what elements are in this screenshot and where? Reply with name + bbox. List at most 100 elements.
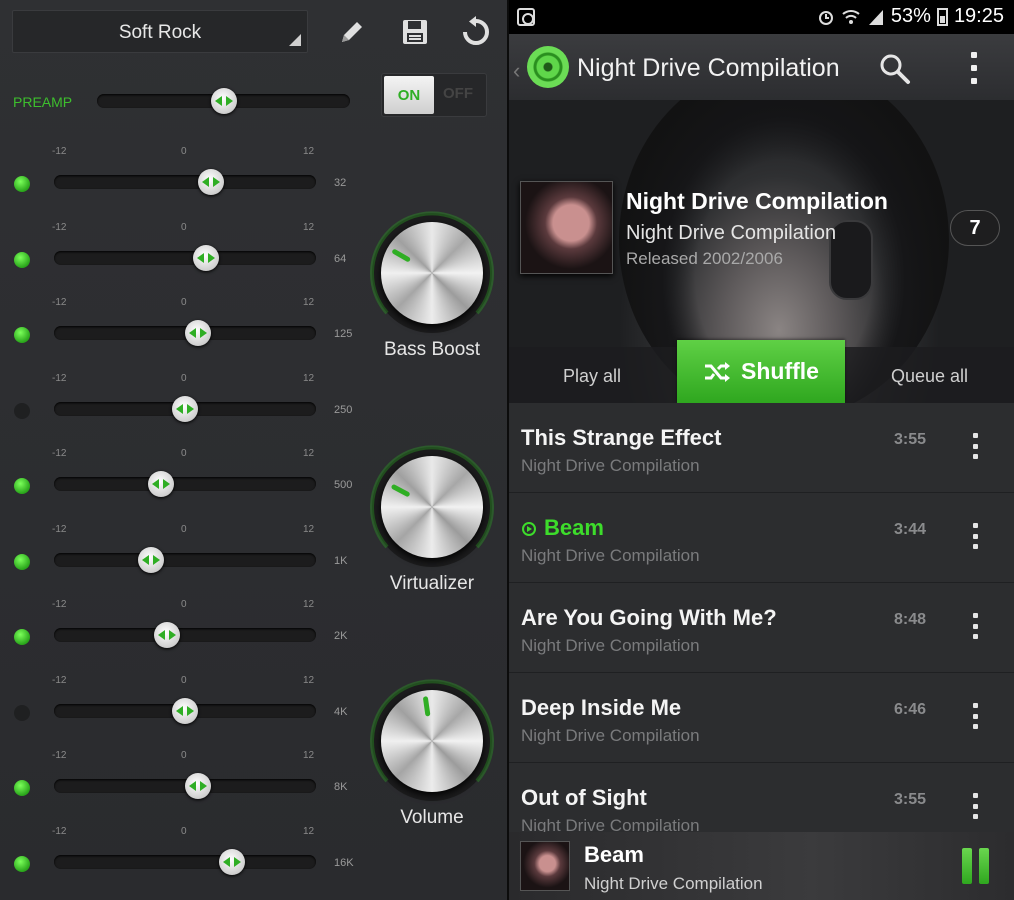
eq-band-32: -12 0 12 32 [0,146,360,221]
band-led-icon[interactable] [14,176,30,192]
reset-button[interactable] [456,12,496,52]
track-album: Night Drive Compilation [521,546,700,565]
band-led-icon[interactable] [14,327,30,343]
band-slider-thumb[interactable] [138,546,164,573]
preamp-slider-thumb[interactable] [211,88,237,114]
save-preset-button[interactable] [395,12,435,52]
knob-indicator [391,248,412,263]
battery-icon [936,7,948,26]
band-slider-thumb[interactable] [148,471,174,497]
track-row[interactable]: Deep Inside Me Night Drive Compilation 6:4… [509,673,1014,763]
band-slider-track[interactable] [54,250,316,265]
eq-band-4k: -12 0 12 4K [0,675,360,750]
scale-max: 12 [303,599,315,610]
track-row[interactable]: Beam Night Drive Compilation 3:44 [509,493,1014,583]
band-slider-thumb[interactable] [198,169,224,195]
play-all-button[interactable]: Play all [563,366,621,387]
band-frequency: 32 [334,177,347,189]
band-frequency: 4K [334,705,348,718]
band-led-icon[interactable] [14,629,30,645]
scale-max: 12 [303,750,315,761]
track-title: This Strange Effect [521,425,722,450]
band-slider-track[interactable] [54,552,316,567]
band-slider-thumb[interactable] [185,773,211,799]
track-title: Are You Going With Me? [521,605,777,630]
knob-indicator [422,696,431,717]
track-list: This Strange Effect Night Drive Compilati… [509,403,1014,853]
signal-icon [868,9,883,25]
volume-knob[interactable] [367,676,497,806]
band-slider-thumb[interactable] [154,622,180,648]
volume-dial[interactable] [381,690,483,792]
scale-mid: 0 [181,825,187,837]
band-slider-track[interactable] [54,854,316,869]
band-slider-thumb[interactable] [219,848,245,875]
band-slider-thumb[interactable] [172,395,198,422]
shuffle-button[interactable]: Shuffle [677,340,845,403]
band-led-icon[interactable] [14,855,30,872]
virtualizer-dial[interactable] [381,456,483,558]
preset-dropdown[interactable]: Soft Rock [12,10,308,53]
band-slider-thumb[interactable] [193,244,219,271]
album-art[interactable] [520,181,613,274]
eq-band-16k: -12 0 12 16K [0,826,360,900]
app-logo-icon[interactable] [527,46,569,88]
band-led-icon[interactable] [14,704,30,721]
status-bar: 53% 19:25 [509,0,1014,34]
scale-mid: 0 [181,599,187,610]
edit-preset-button[interactable] [332,12,372,52]
track-overflow-icon[interactable] [970,703,980,729]
band-slider-track[interactable] [54,477,316,491]
overflow-menu-icon[interactable] [967,52,981,84]
track-overflow-icon[interactable] [970,613,980,639]
queue-all-button[interactable]: Queue all [891,366,968,387]
app-bar-title: Night Drive Compilation [577,54,840,82]
band-led-icon[interactable] [14,780,30,796]
track-title: Deep Inside Me [521,695,682,720]
bass-boost-knob[interactable] [367,208,497,338]
band-frequency: 64 [334,252,347,265]
track-duration: 3:55 [894,431,927,448]
scale-max: 12 [303,448,315,459]
band-slider-track[interactable] [54,628,316,642]
track-overflow-icon[interactable] [970,523,980,549]
track-title: Beam [544,515,604,540]
track-count-badge: 7 [950,210,1000,246]
band-led-icon[interactable] [14,553,30,570]
scale-max: 12 [303,825,315,837]
band-led-icon[interactable] [14,402,30,419]
band-slider-thumb[interactable] [172,697,198,724]
toggle-off[interactable]: OFF [436,85,480,102]
eq-band-64: -12 0 12 64 [0,222,360,297]
scale-mid: 0 [181,674,187,686]
toggle-on[interactable]: ON [384,76,434,114]
shuffle-icon [705,361,731,382]
band-led-icon[interactable] [14,251,30,268]
pause-icon[interactable] [962,848,990,884]
volume-label: Volume [400,807,464,828]
virtualizer-knob[interactable] [367,442,497,572]
track-row[interactable]: Are You Going With Me? Night Drive Compil… [509,583,1014,673]
scale-mid: 0 [181,448,187,459]
track-row[interactable]: This Strange Effect Night Drive Compilati… [509,403,1014,493]
bass-boost-dial[interactable] [381,222,483,324]
scale-min: -12 [52,599,67,610]
album-artist: Night Drive Compilation [626,222,837,244]
band-slider-thumb[interactable] [185,320,211,346]
now-playing-art[interactable] [520,841,570,891]
band-slider-track[interactable] [54,175,316,189]
track-album: Night Drive Compilation [521,636,700,655]
scale-max: 12 [303,297,315,308]
back-chevron-icon[interactable]: ‹ [513,58,520,84]
eq-band-2k: -12 0 12 2K [0,599,360,674]
track-overflow-icon[interactable] [970,793,980,819]
scale-mid: 0 [181,221,187,233]
band-led-icon[interactable] [14,478,30,494]
now-playing-bar[interactable]: Beam Night Drive Compilation [509,832,1014,900]
eq-band-125: -12 0 12 125 [0,297,360,372]
eq-toggle[interactable]: ON OFF [381,73,487,117]
search-icon[interactable] [878,52,912,86]
track-overflow-icon[interactable] [970,433,980,459]
scale-min: -12 [52,221,67,233]
track-title: Out of Sight [521,785,647,810]
